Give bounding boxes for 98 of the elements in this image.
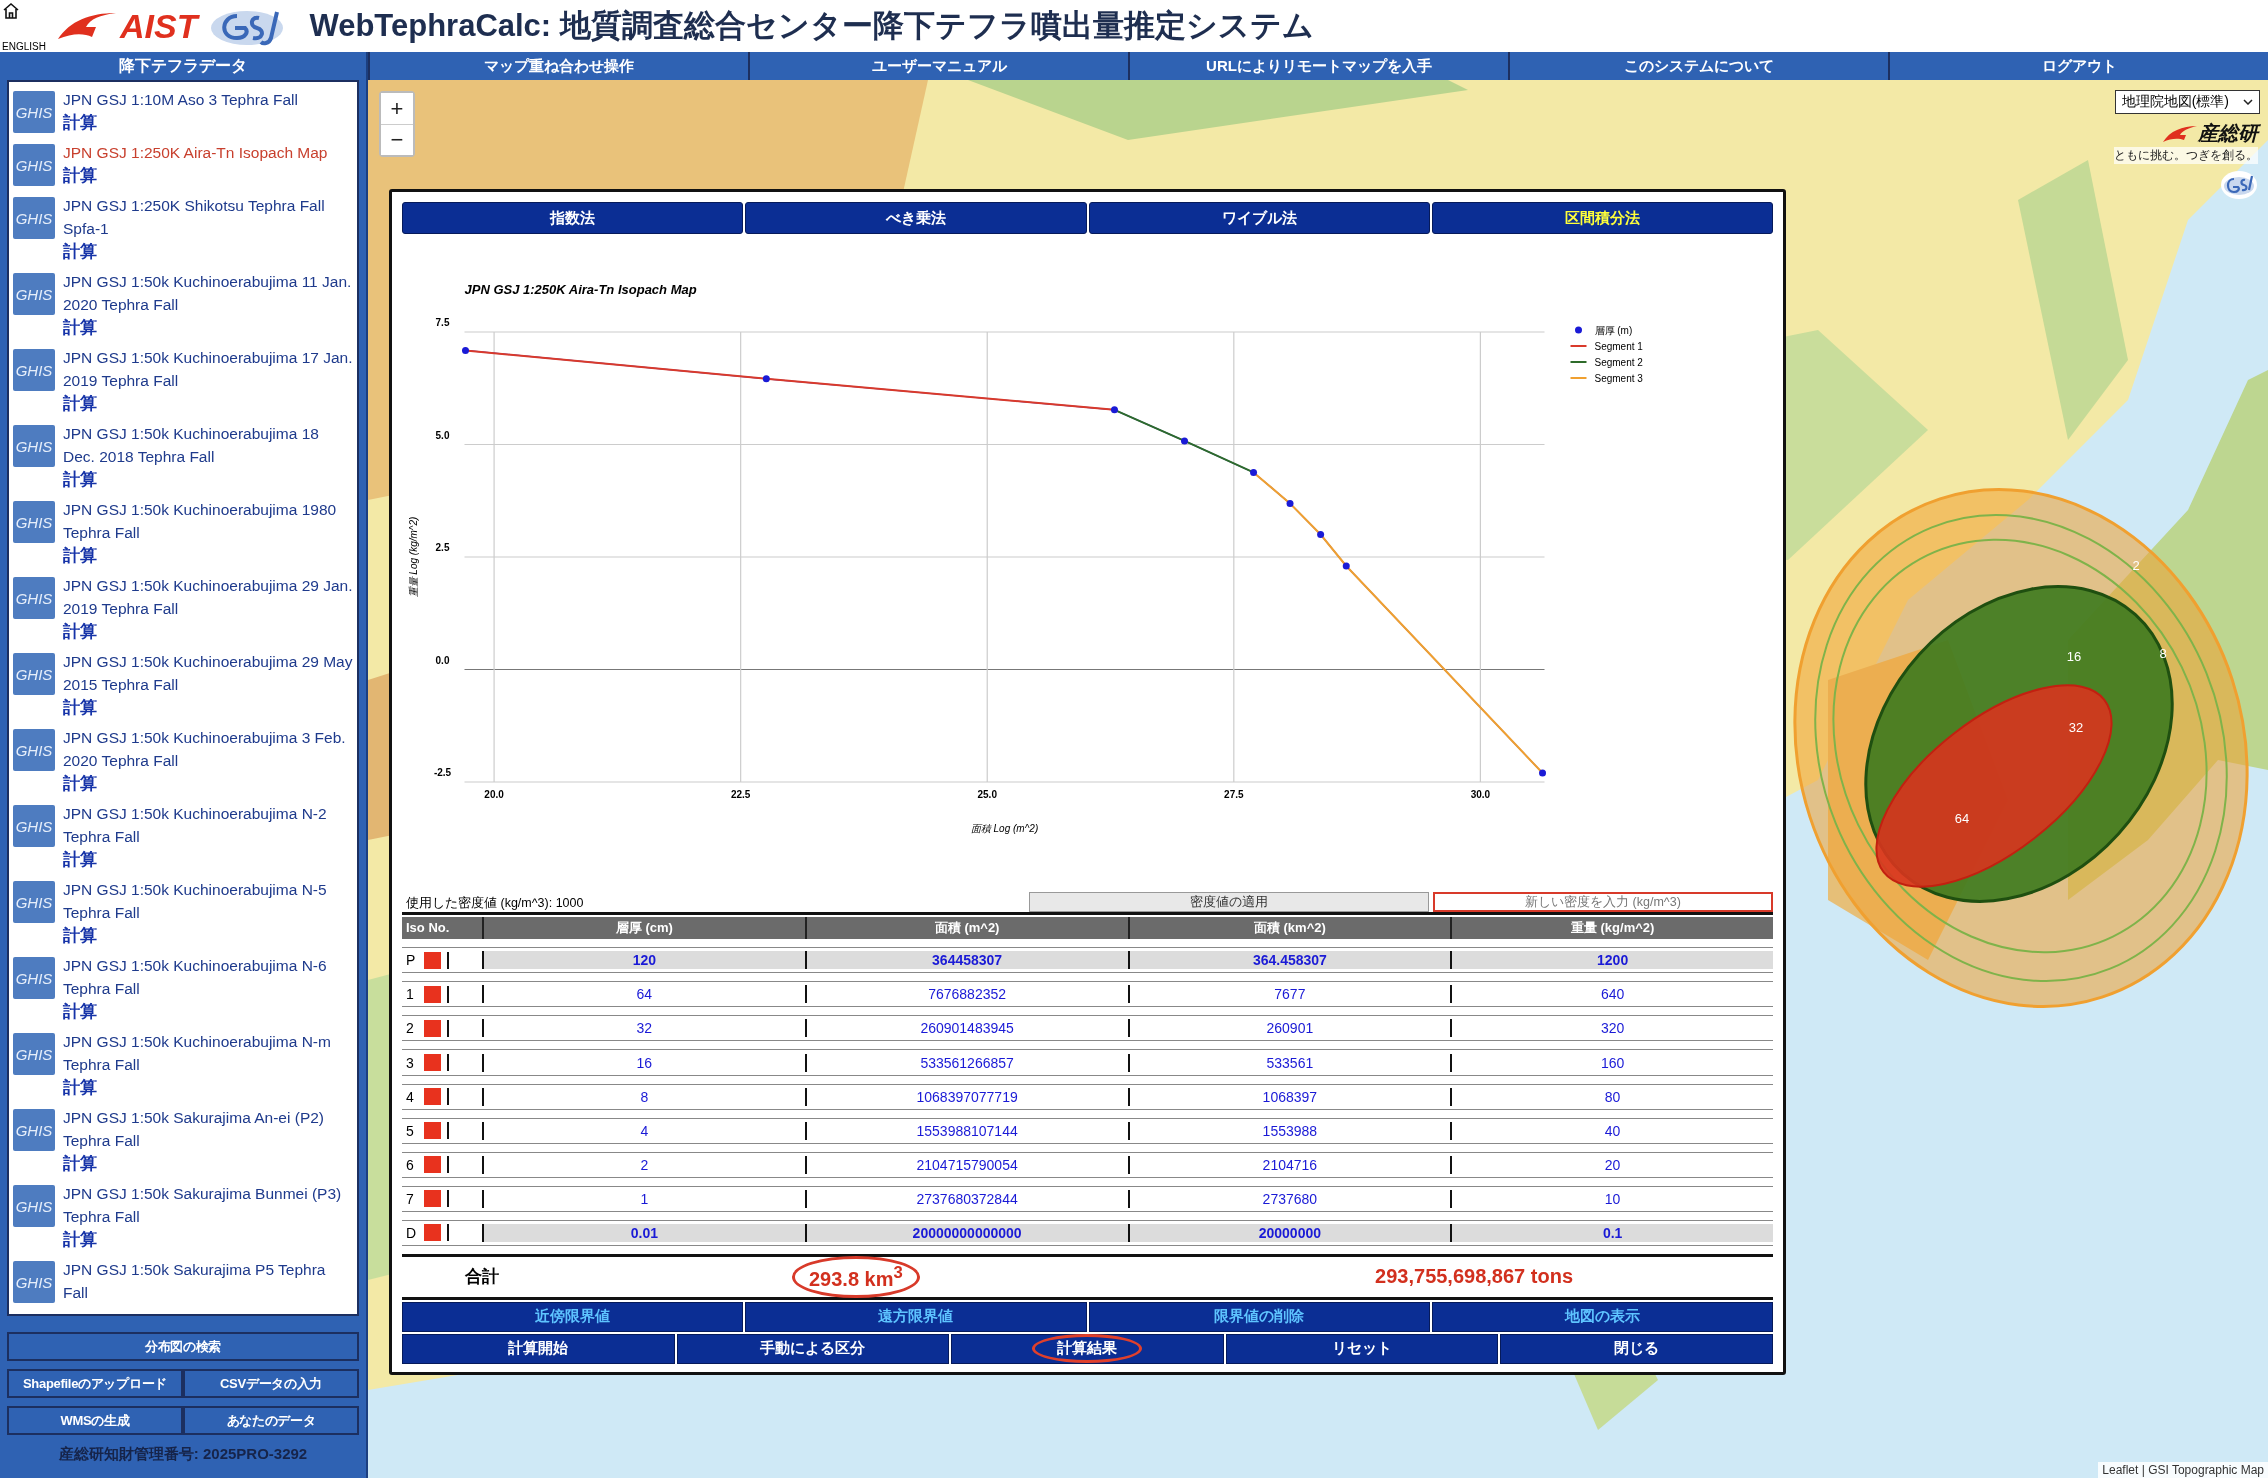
- ghis-badge: GHIS: [13, 197, 55, 239]
- column-header: 面積 (m^2): [804, 917, 1128, 940]
- table-cell: 16: [482, 1053, 805, 1072]
- isopach-label: 16: [2066, 649, 2082, 664]
- ghis-badge: GHIS: [13, 881, 55, 923]
- y-tick-label: -2.5: [433, 767, 452, 778]
- sidebar-title: 降下テフラデータ: [118, 56, 248, 76]
- table-cell: 2737680: [1127, 1189, 1451, 1208]
- ghis-badge: GHIS: [13, 957, 55, 999]
- table-cell: 533561266857: [804, 1053, 1128, 1072]
- legend-label: Segment 3: [1594, 373, 1643, 384]
- y-tick-label: 7.5: [435, 317, 450, 328]
- table-cell: 2104716: [1127, 1155, 1451, 1174]
- chart-title: JPN GSJ 1:250K Aira-Tn Isopach Map: [464, 282, 697, 297]
- table-cell: 8: [482, 1087, 805, 1106]
- license-number: 産総研知財管理番号: 2025PRO-3292: [57, 1445, 309, 1464]
- table-cell: 320: [1450, 1019, 1773, 1038]
- ghis-badge: GHIS: [13, 1261, 55, 1303]
- iso-number: 5: [406, 1122, 415, 1139]
- y-tick-label: 5.0: [435, 429, 450, 441]
- ghis-badge: GHIS: [13, 729, 55, 771]
- total-mass: 293,755,698,867 tons: [1375, 1265, 1573, 1289]
- y-axis-title: 重量 Log (kg/m^2): [407, 516, 419, 598]
- ghis-badge: GHIS: [13, 1109, 55, 1151]
- logo-tagline: ともに挑む。つぎを創る。: [2114, 147, 2258, 164]
- table-cell: 20000000000000: [804, 1223, 1128, 1242]
- table-cell: 4: [482, 1121, 805, 1140]
- ghis-badge: GHIS: [13, 425, 55, 467]
- ghis-badge: GHIS: [13, 1033, 55, 1075]
- table-cell: 1068397077719: [804, 1087, 1128, 1106]
- iso-number: 4: [406, 1088, 415, 1105]
- ghis-badge: GHIS: [13, 805, 55, 847]
- column-header: 層厚 (cm): [482, 917, 805, 940]
- isopach-label: 32: [2068, 720, 2084, 735]
- table-cell: 640: [1450, 985, 1773, 1004]
- iso-number: 3: [406, 1054, 415, 1071]
- x-tick-label: 20.0: [484, 789, 504, 800]
- column-header: 重量 (kg/m^2): [1450, 917, 1773, 940]
- legend-label: Segment 2: [1594, 357, 1643, 368]
- table-cell: 0.1: [1450, 1223, 1773, 1242]
- ghis-badge: GHIS: [13, 501, 55, 543]
- table-cell: 1553988: [1127, 1121, 1451, 1140]
- table-cell: 2737680372844: [804, 1189, 1128, 1208]
- table-cell: 64: [482, 985, 805, 1004]
- ghis-badge: GHIS: [13, 349, 55, 391]
- column-header: 面積 (km^2): [1127, 917, 1451, 940]
- ghis-badge: GHIS: [13, 91, 55, 133]
- table-cell: 1553988107144: [804, 1121, 1128, 1140]
- isopach-label: 2: [2132, 558, 2140, 573]
- density-label: 使用した密度値 (kg/m^3): 1000: [405, 895, 585, 913]
- table-cell: 160: [1450, 1053, 1773, 1072]
- legend-label: Segment 1: [1594, 341, 1643, 352]
- ghis-badge: GHIS: [13, 577, 55, 619]
- isopach-label: 64: [1954, 811, 1970, 826]
- table-cell: 32: [482, 1019, 805, 1038]
- table-cell: 260901: [1127, 1019, 1451, 1038]
- table-cell: 2104715790054: [804, 1155, 1128, 1174]
- table-cell: 0.01: [482, 1223, 805, 1242]
- ghis-badge: GHIS: [13, 1185, 55, 1227]
- iso-number: P: [406, 952, 417, 969]
- iso-number: 6: [406, 1156, 415, 1173]
- table-cell: 80: [1450, 1087, 1773, 1106]
- ghis-badge: GHIS: [13, 653, 55, 695]
- iso-number: D: [406, 1224, 418, 1241]
- total-label: 合計: [464, 1266, 500, 1289]
- x-tick-label: 22.5: [730, 789, 751, 800]
- iso-number: 1: [406, 986, 415, 1003]
- y-tick-label: 0.0: [435, 654, 450, 666]
- table-cell: 20: [1450, 1155, 1773, 1174]
- table-cell: 364458307: [804, 951, 1128, 970]
- ghis-badge: GHIS: [13, 144, 55, 186]
- table-cell: 260901483945: [804, 1019, 1128, 1038]
- x-tick-label: 25.0: [977, 789, 997, 800]
- table-cell: 2: [482, 1155, 805, 1174]
- table-cell: 40: [1450, 1121, 1773, 1140]
- table-cell: 7677: [1127, 985, 1451, 1004]
- x-axis-title: 面積 Log (m^2): [970, 823, 1039, 834]
- table-cell: 1: [482, 1189, 805, 1208]
- ghis-badge: GHIS: [13, 273, 55, 315]
- table-cell: 364.458307: [1127, 951, 1451, 970]
- iso-number: 7: [406, 1190, 415, 1207]
- x-tick-label: 27.5: [1224, 789, 1244, 800]
- table-cell: 7676882352: [804, 985, 1128, 1004]
- table-cell: 10: [1450, 1189, 1773, 1208]
- y-tick-label: 2.5: [435, 542, 450, 553]
- total-volume: 293.8 km$^{3}$: [792, 1256, 920, 1298]
- table-cell: 20000000: [1127, 1223, 1451, 1242]
- table-cell: 120: [482, 951, 805, 970]
- logo-text: AIST: [120, 6, 198, 46]
- table-cell: 1068397: [1127, 1087, 1451, 1106]
- legend-label: 層厚 (m): [1594, 325, 1633, 336]
- iso-number: 2: [406, 1020, 415, 1037]
- table-cell: 1200: [1450, 951, 1773, 970]
- isopach-label: 8: [2159, 646, 2167, 661]
- x-tick-label: 30.0: [1470, 789, 1491, 800]
- table-cell: 533561: [1127, 1053, 1451, 1072]
- app-title: WebTephraCalc: 地質調査総合センター降下テフラ噴出量推定システム: [309, 7, 1314, 45]
- column-header: Iso No.: [405, 919, 451, 938]
